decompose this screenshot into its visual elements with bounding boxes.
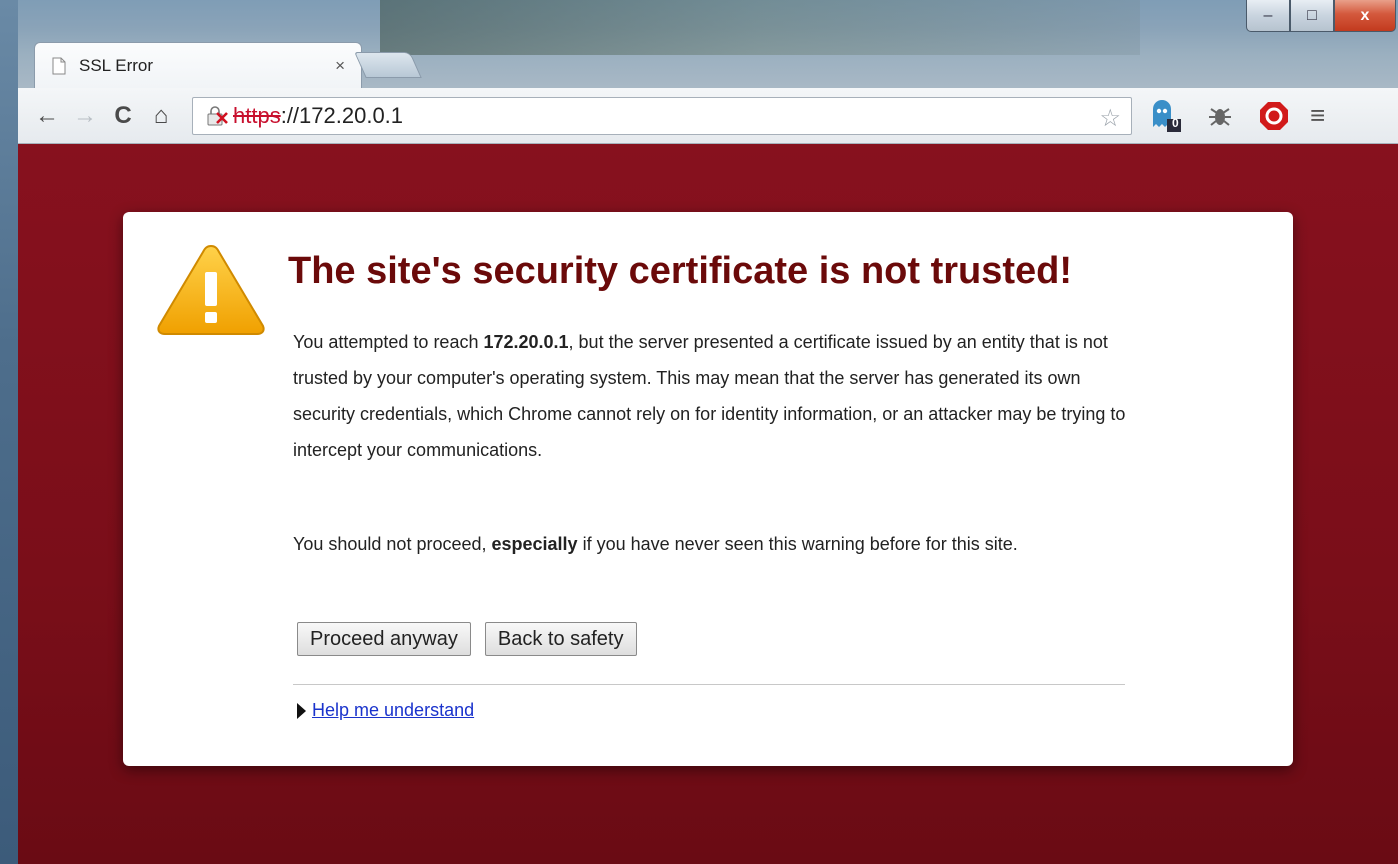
new-tab-button[interactable]: [354, 52, 422, 78]
warning-card: The site's security certificate is not t…: [123, 212, 1293, 766]
proceed-anyway-button[interactable]: Proceed anyway: [297, 622, 471, 656]
stop-icon: [1260, 101, 1288, 130]
error-description: You attempted to reach 172.20.0.1, but t…: [293, 324, 1133, 468]
page-icon: [52, 57, 66, 74]
url-host: ://172.20.0.1: [280, 102, 404, 128]
extension-badge: 0: [1172, 115, 1179, 130]
extension-icon[interactable]: 0: [1146, 96, 1186, 136]
forward-button[interactable]: →: [66, 97, 104, 135]
back-to-safety-button[interactable]: Back to safety: [484, 622, 637, 656]
chrome-menu-icon[interactable]: ≡: [1310, 100, 1325, 131]
window-frame-backdrop: [380, 0, 1140, 55]
tab-title: SSL Error: [79, 55, 154, 75]
interstitial-page: The site's security certificate is not t…: [18, 144, 1398, 864]
description-text: You attempted to reach: [293, 332, 484, 352]
reload-button[interactable]: C: [104, 97, 142, 135]
address-bar[interactable]: https ://172.20.0.1 ☆: [192, 96, 1132, 135]
host-name: 172.20.0.1: [483, 332, 569, 352]
active-tab[interactable]: SSL Error ×: [34, 42, 362, 88]
bookmark-star-icon[interactable]: ☆: [1099, 104, 1121, 133]
action-buttons: Proceed anyway Back to safety: [297, 622, 637, 656]
adblock-extension-icon[interactable]: [1254, 96, 1294, 136]
help-me-understand-link[interactable]: Help me understand: [312, 700, 474, 721]
home-button[interactable]: ⌂: [142, 97, 180, 135]
bug-extension-icon[interactable]: [1200, 96, 1240, 136]
browser-toolbar: ← → C ⌂ https ://172.20.0.1 ☆ 0 ≡: [18, 88, 1398, 144]
divider: [293, 684, 1125, 685]
maximize-button[interactable]: □: [1290, 0, 1334, 32]
help-expander[interactable]: Help me understand: [297, 700, 474, 721]
advice-text-rest: if you have never seen this warning befo…: [577, 534, 1018, 554]
url-scheme: https: [233, 102, 281, 128]
minimize-button[interactable]: –: [1246, 0, 1290, 32]
advice-emphasis: especially: [491, 534, 578, 554]
warning-icon: [157, 244, 265, 335]
tab-close-icon[interactable]: ×: [335, 56, 345, 76]
window-controls: – □ x: [1246, 0, 1396, 34]
bug-icon: [1209, 107, 1231, 126]
broken-lock-icon[interactable]: [205, 105, 231, 127]
back-button[interactable]: ←: [28, 97, 66, 135]
close-window-button[interactable]: x: [1334, 0, 1396, 32]
desktop-edge: [0, 0, 18, 864]
page-title: The site's security certificate is not t…: [288, 250, 1073, 292]
expand-arrow-icon[interactable]: [297, 702, 306, 719]
warning-advice: You should not proceed, especially if yo…: [293, 526, 1133, 562]
advice-text: You should not proceed,: [293, 534, 492, 554]
